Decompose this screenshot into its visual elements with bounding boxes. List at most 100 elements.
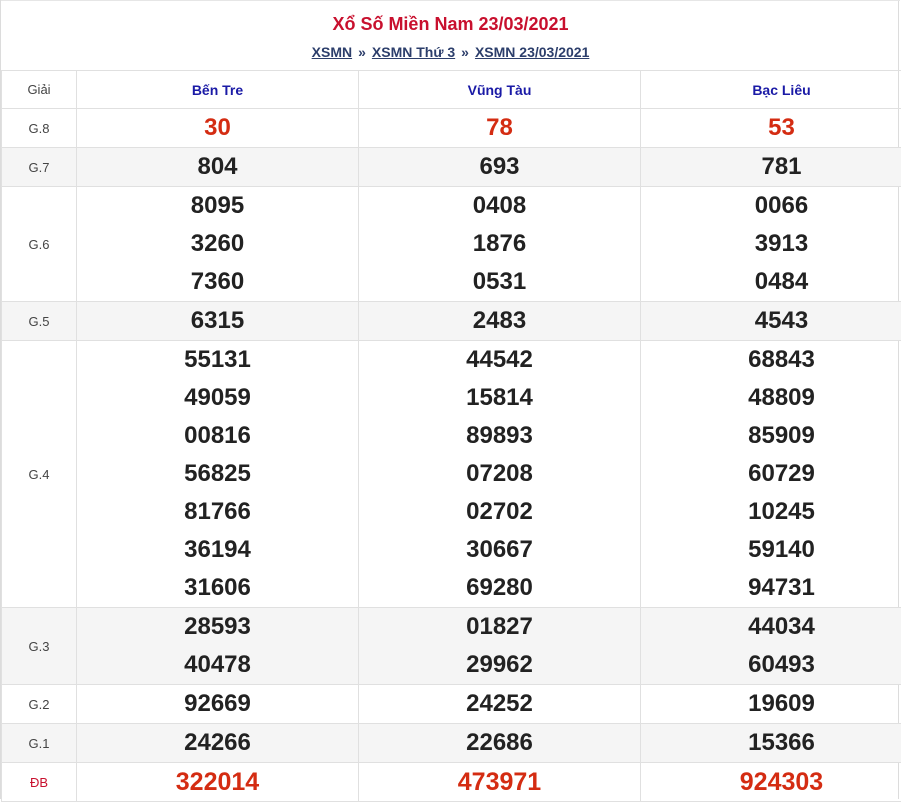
result-cell-ben-tre: 30 xyxy=(77,109,359,148)
table-row: G.2926692425219609 xyxy=(2,685,901,724)
result-number: 94731 xyxy=(641,569,901,607)
result-number: 48809 xyxy=(641,379,901,417)
result-number: 30 xyxy=(77,109,358,147)
result-number: 53 xyxy=(641,109,901,147)
result-number: 30667 xyxy=(359,531,640,569)
result-number: 24266 xyxy=(77,724,358,762)
result-number: 29962 xyxy=(359,646,640,684)
result-cell-vung-tau: 44542158148989307208027023066769280 xyxy=(359,341,641,608)
province-header-ben-tre[interactable]: Bến Tre xyxy=(77,71,359,109)
result-number: 56825 xyxy=(77,455,358,493)
result-number: 92669 xyxy=(77,685,358,723)
result-cell-vung-tau: 2483 xyxy=(359,302,641,341)
result-cell-ben-tre: 322014 xyxy=(77,763,359,802)
breadcrumb-xsmn-date[interactable]: XSMN 23/03/2021 xyxy=(475,44,589,60)
breadcrumb-xsmn-thu-3[interactable]: XSMN Thứ 3 xyxy=(372,44,455,60)
result-number: 1876 xyxy=(359,225,640,263)
prize-label: G.7 xyxy=(2,148,77,187)
result-number: 36194 xyxy=(77,531,358,569)
result-cell-vung-tau: 040818760531 xyxy=(359,187,641,302)
results-table: Giải Bến Tre Vũng Tàu Bạc Liêu G.8307853… xyxy=(1,70,901,802)
prize-label: G.2 xyxy=(2,685,77,724)
result-number: 322014 xyxy=(77,763,358,801)
prize-label: G.1 xyxy=(2,724,77,763)
result-number: 02702 xyxy=(359,493,640,531)
results-body: G.8307853G.7804693781G.68095326073600408… xyxy=(2,109,901,802)
result-number: 0066 xyxy=(641,187,901,225)
breadcrumb-separator: » xyxy=(358,44,366,60)
breadcrumb-separator: » xyxy=(461,44,469,60)
result-number: 0408 xyxy=(359,187,640,225)
result-cell-bac-lieu: 15366 xyxy=(641,724,901,763)
result-number: 85909 xyxy=(641,417,901,455)
prize-label: G.5 xyxy=(2,302,77,341)
result-cell-vung-tau: 473971 xyxy=(359,763,641,802)
result-cell-vung-tau: 0182729962 xyxy=(359,608,641,685)
result-number: 15814 xyxy=(359,379,640,417)
result-number: 00816 xyxy=(77,417,358,455)
prize-label: G.6 xyxy=(2,187,77,302)
result-number: 8095 xyxy=(77,187,358,225)
result-number: 55131 xyxy=(77,341,358,379)
result-number: 781 xyxy=(641,148,901,186)
table-row: ĐB322014473971924303 xyxy=(2,763,901,802)
result-number: 60493 xyxy=(641,646,901,684)
prize-label: ĐB xyxy=(2,763,77,802)
table-row: G.6809532607360040818760531006639130484 xyxy=(2,187,901,302)
breadcrumb-xsmn[interactable]: XSMN xyxy=(312,44,352,60)
result-number: 40478 xyxy=(77,646,358,684)
prize-label: G.3 xyxy=(2,608,77,685)
result-number: 3913 xyxy=(641,225,901,263)
result-number: 6315 xyxy=(77,302,358,340)
table-row: G.7804693781 xyxy=(2,148,901,187)
result-cell-bac-lieu: 4403460493 xyxy=(641,608,901,685)
result-number: 22686 xyxy=(359,724,640,762)
result-number: 15366 xyxy=(641,724,901,762)
result-number: 68843 xyxy=(641,341,901,379)
result-number: 28593 xyxy=(77,608,358,646)
result-number: 19609 xyxy=(641,685,901,723)
page-title: Xổ Số Miền Nam 23/03/2021 xyxy=(1,13,900,35)
result-cell-vung-tau: 693 xyxy=(359,148,641,187)
result-cell-bac-lieu: 19609 xyxy=(641,685,901,724)
result-cell-ben-tre: 809532607360 xyxy=(77,187,359,302)
result-number: 81766 xyxy=(77,493,358,531)
result-number: 07208 xyxy=(359,455,640,493)
result-number: 59140 xyxy=(641,531,901,569)
result-number: 0531 xyxy=(359,263,640,301)
result-cell-bac-lieu: 53 xyxy=(641,109,901,148)
result-number: 01827 xyxy=(359,608,640,646)
result-number: 44542 xyxy=(359,341,640,379)
result-number: 44034 xyxy=(641,608,901,646)
result-number: 89893 xyxy=(359,417,640,455)
province-header-vung-tau[interactable]: Vũng Tàu xyxy=(359,71,641,109)
result-number: 10245 xyxy=(641,493,901,531)
result-cell-bac-lieu: 68843488098590960729102455914094731 xyxy=(641,341,901,608)
table-row: G.1242662268615366 xyxy=(2,724,901,763)
result-number: 31606 xyxy=(77,569,358,607)
table-row: G.8307853 xyxy=(2,109,901,148)
result-number: 2483 xyxy=(359,302,640,340)
breadcrumb: XSMN » XSMN Thứ 3 » XSMN 23/03/2021 xyxy=(1,43,900,61)
result-cell-ben-tre: 55131490590081656825817663619431606 xyxy=(77,341,359,608)
table-row: G.5631524834543 xyxy=(2,302,901,341)
table-row: G.3285934047801827299624403460493 xyxy=(2,608,901,685)
result-number: 69280 xyxy=(359,569,640,607)
page-header: Xổ Số Miền Nam 23/03/2021 XSMN » XSMN Thứ … xyxy=(1,0,900,71)
prize-label: G.4 xyxy=(2,341,77,608)
result-number: 49059 xyxy=(77,379,358,417)
result-cell-vung-tau: 22686 xyxy=(359,724,641,763)
table-row: G.45513149059008165682581766361943160644… xyxy=(2,341,901,608)
result-cell-bac-lieu: 4543 xyxy=(641,302,901,341)
result-cell-ben-tre: 92669 xyxy=(77,685,359,724)
result-number: 78 xyxy=(359,109,640,147)
result-number: 24252 xyxy=(359,685,640,723)
result-number: 804 xyxy=(77,148,358,186)
result-number: 4543 xyxy=(641,302,901,340)
province-header-bac-lieu[interactable]: Bạc Liêu xyxy=(641,71,901,109)
prize-column-header: Giải xyxy=(2,71,77,109)
table-header-row: Giải Bến Tre Vũng Tàu Bạc Liêu xyxy=(2,71,901,109)
result-number: 7360 xyxy=(77,263,358,301)
result-cell-ben-tre: 804 xyxy=(77,148,359,187)
result-cell-ben-tre: 24266 xyxy=(77,724,359,763)
